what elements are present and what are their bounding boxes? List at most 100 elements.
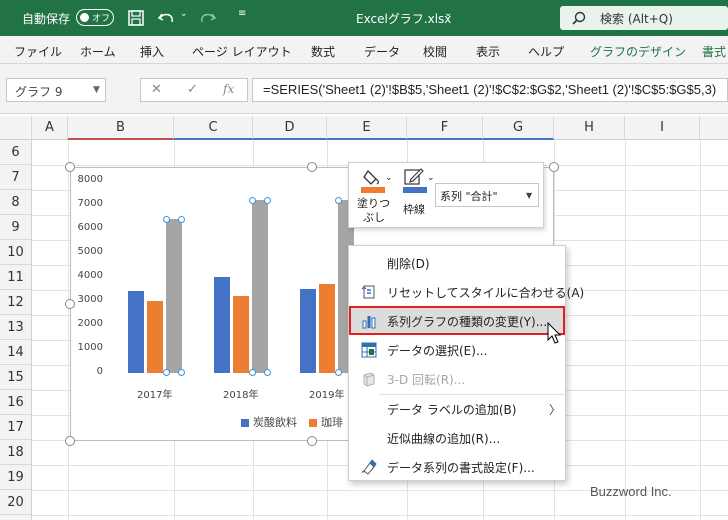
row-header[interactable]: 6 — [0, 140, 31, 165]
change-chart-type-icon — [362, 316, 376, 329]
legend-entry[interactable]: 珈琲 — [309, 414, 343, 430]
outline-dropdown-icon[interactable]: ⌄ — [427, 173, 435, 183]
chevron-down-icon: ▼ — [526, 191, 533, 200]
chart-bar[interactable] — [233, 296, 249, 373]
menu-item-add-data-labels[interactable]: データ ラベルの追加(B) 〉 — [349, 394, 565, 423]
tab-chart-design[interactable]: グラフのデザイン — [590, 43, 686, 60]
column-header[interactable]: I — [625, 116, 700, 140]
undo-dropdown-icon[interactable]: ⌄ — [180, 9, 188, 19]
search-box[interactable]: 検索 (Alt+Q) — [560, 6, 728, 30]
fill-dropdown-icon[interactable]: ⌄ — [385, 173, 393, 183]
tab-view[interactable]: 表示 — [476, 43, 500, 60]
tab-home[interactable]: ホーム — [80, 43, 116, 60]
menu-item-format-data-series[interactable]: データ系列の書式設定(F)... — [349, 452, 565, 481]
chart-bar[interactable] — [147, 301, 163, 373]
column-header[interactable]: C — [174, 116, 253, 140]
resize-handle[interactable] — [65, 299, 75, 309]
chart-bar[interactable] — [128, 291, 144, 373]
series-selection-handle — [163, 369, 170, 376]
series-selection-handle — [335, 369, 342, 376]
select-all-corner[interactable] — [0, 116, 32, 140]
column-header[interactable]: G — [483, 116, 554, 140]
chart-bar[interactable] — [166, 219, 182, 373]
search-icon — [572, 11, 586, 25]
row-header[interactable]: 20 — [0, 490, 31, 515]
tab-insert[interactable]: 挿入 — [140, 43, 164, 60]
menu-item-reset-style[interactable]: リセットしてスタイルに合わせる(A) — [349, 277, 584, 306]
tab-page-layout[interactable]: ページ レイアウト — [192, 43, 292, 60]
chart-bar[interactable] — [214, 277, 230, 373]
resize-handle[interactable] — [307, 436, 317, 446]
row-header[interactable]: 7 — [0, 165, 31, 190]
column-header[interactable]: F — [407, 116, 483, 140]
tab-review[interactable]: 校閲 — [423, 43, 447, 60]
outline-pen-icon[interactable] — [403, 167, 427, 195]
chart-bar[interactable] — [300, 289, 316, 373]
legend-label: 炭酸飲料 — [253, 416, 297, 429]
y-tick-label: 3000 — [77, 294, 103, 305]
formula-input[interactable]: =SERIES('Sheet1 (2)'!$B$5,'Sheet1 (2)'!$… — [252, 78, 728, 102]
tab-file[interactable]: ファイル — [14, 43, 62, 60]
save-icon[interactable] — [127, 9, 145, 27]
fill-bucket-icon[interactable] — [361, 167, 385, 195]
format-series-icon — [362, 459, 377, 475]
name-box-value: グラフ 9 — [15, 85, 63, 99]
menu-item-label: 3-D 回転(R)... — [387, 373, 466, 387]
customize-qat-icon[interactable]: ≡ — [238, 8, 246, 19]
row-header[interactable]: 12 — [0, 290, 31, 315]
chart-bar[interactable] — [252, 200, 268, 373]
tab-data[interactable]: データ — [364, 43, 400, 60]
resize-handle[interactable] — [65, 436, 75, 446]
column-header[interactable]: A — [32, 116, 68, 140]
enter-icon[interactable]: ✓ — [187, 82, 198, 97]
insert-function-icon[interactable]: fx — [223, 82, 234, 96]
y-tick-label: 5000 — [77, 246, 103, 257]
cancel-icon[interactable]: ✕ — [151, 82, 162, 97]
row-header[interactable]: 18 — [0, 440, 31, 465]
undo-icon[interactable] — [156, 8, 178, 28]
resize-handle[interactable] — [307, 162, 317, 172]
y-tick-label: 4000 — [77, 270, 103, 281]
autosave-toggle[interactable]: オフ — [76, 9, 114, 26]
series-selector[interactable]: 系列 "合計" ▼ — [435, 183, 539, 207]
tab-formulas[interactable]: 数式 — [311, 43, 335, 60]
ribbon-tabs: ファイル ホーム 挿入 ページ レイアウト 数式 データ 校閲 表示 ヘルプ グ… — [0, 36, 728, 64]
formula-text: =SERIES('Sheet1 (2)'!$B$5,'Sheet1 (2)'!$… — [263, 82, 717, 97]
filename-dropdown-icon[interactable]: ⌄ — [444, 8, 452, 19]
row-header[interactable]: 9 — [0, 215, 31, 240]
rotate-3d-icon — [363, 372, 375, 387]
resize-handle[interactable] — [549, 162, 559, 172]
name-box[interactable]: グラフ 9 ▼ — [6, 78, 106, 102]
watermark: Buzzword Inc. — [590, 484, 672, 499]
menu-item-change-series-chart-type[interactable]: 系列グラフの種類の変更(Y)... — [349, 306, 565, 335]
menu-item-delete[interactable]: 削除(D) — [349, 248, 565, 277]
row-header[interactable]: 8 — [0, 190, 31, 215]
row-header[interactable]: 17 — [0, 415, 31, 440]
row-header[interactable]: 16 — [0, 390, 31, 415]
grid-line — [32, 515, 728, 516]
column-header[interactable]: E — [327, 116, 407, 140]
column-header[interactable]: D — [253, 116, 327, 140]
title-bar: 自動保存 オフ ⌄ ≡ Excelグラフ.xlsx ⌄ 検索 (Alt+Q) — [0, 0, 728, 36]
row-header[interactable]: 19 — [0, 465, 31, 490]
series-selector-value: 系列 "合計" — [440, 190, 498, 203]
tab-format[interactable]: 書式 — [702, 43, 726, 60]
resize-handle[interactable] — [65, 162, 75, 172]
name-box-dropdown-icon[interactable]: ▼ — [93, 85, 100, 95]
series-selection-handle — [264, 369, 271, 376]
row-header[interactable]: 13 — [0, 315, 31, 340]
column-header[interactable]: B — [68, 116, 174, 140]
search-placeholder: 検索 (Alt+Q) — [600, 12, 673, 26]
chart-bar[interactable] — [319, 284, 335, 373]
menu-item-add-trendline[interactable]: 近似曲線の追加(R)... — [349, 423, 565, 452]
column-header[interactable]: H — [554, 116, 625, 140]
reset-style-icon — [361, 285, 375, 299]
grid-line — [68, 140, 69, 520]
row-header[interactable]: 14 — [0, 340, 31, 365]
row-header[interactable]: 15 — [0, 365, 31, 390]
row-header[interactable]: 10 — [0, 240, 31, 265]
row-header[interactable]: 11 — [0, 265, 31, 290]
menu-item-select-data[interactable]: データの選択(E)... — [349, 335, 565, 364]
legend-entry[interactable]: 炭酸飲料 — [241, 414, 297, 430]
tab-help[interactable]: ヘルプ — [528, 43, 564, 60]
